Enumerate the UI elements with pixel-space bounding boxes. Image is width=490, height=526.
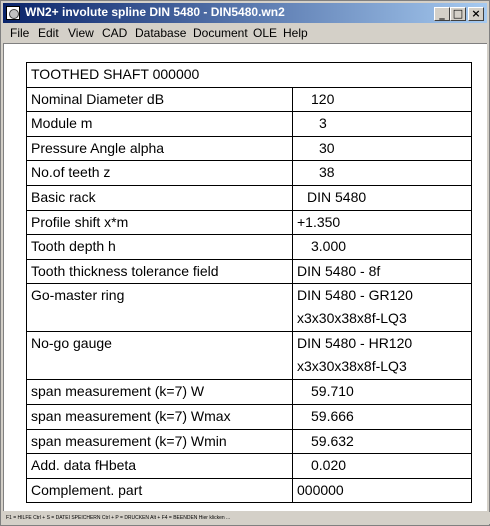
- row-label: span measurement (k=7) Wmin: [26, 428, 293, 455]
- row-label: Pressure Angle alpha: [26, 135, 293, 162]
- table-header-row: TOOTHED SHAFT 000000: [26, 62, 472, 88]
- row-value: 59.632: [292, 428, 472, 455]
- row-value-line: DIN 5480: [307, 188, 367, 205]
- window-title: WN2+ involute spline DIN 5480 - DIN5480.…: [25, 5, 285, 19]
- table-row: Basic rack DIN 5480: [26, 184, 472, 211]
- row-label: Tooth depth h: [26, 234, 293, 260]
- row-value-line: 38: [319, 164, 335, 181]
- row-value: 3: [292, 111, 472, 137]
- menu-edit[interactable]: Edit: [38, 26, 59, 40]
- table-row: No-go gauge DIN 5480 - HR120 x3x30x38x8f-L…: [26, 331, 472, 381]
- app-icon[interactable]: [6, 6, 20, 20]
- menu-document[interactable]: Document: [193, 26, 248, 40]
- row-value: DIN 5480 - HR120 x3x30x38x8f-LQ3: [292, 331, 472, 381]
- table-row: span measurement (k=7) Wmin 59.632: [26, 428, 472, 455]
- row-label: Module m: [26, 111, 293, 137]
- row-value-line-2: x3x30x38x8f-LQ3: [297, 310, 407, 327]
- menu-file[interactable]: File: [10, 26, 29, 40]
- row-value: DIN 5480 - GR120 x3x30x38x8f-LQ3: [292, 283, 472, 333]
- app-window: WN2+ involute spline DIN 5480 - DIN5480.…: [0, 0, 490, 526]
- row-value-line: 59.710: [311, 383, 354, 400]
- row-value-line: DIN 5480 - HR120: [297, 335, 413, 352]
- table-row: Go-master ring DIN 5480 - GR120 x3x30x38x8…: [26, 283, 472, 333]
- row-value-line: 000000: [297, 481, 344, 498]
- row-value: 59.666: [292, 403, 472, 430]
- table-row: Tooth thickness tolerance field DIN 5480 …: [26, 258, 472, 285]
- row-label: Nominal Diameter dB: [26, 86, 293, 113]
- spline-data-table: TOOTHED SHAFT 000000 Nominal Diameter dB…: [26, 62, 472, 504]
- row-label: No.of teeth z: [26, 160, 293, 186]
- row-value: 3.000: [292, 234, 472, 260]
- document-area[interactable]: TOOTHED SHAFT 000000 Nominal Diameter dB…: [3, 43, 487, 511]
- menu-database[interactable]: Database: [135, 26, 186, 40]
- row-value-line: 30: [319, 139, 335, 156]
- table-row: span measurement (k=7) W 59.710: [26, 379, 472, 405]
- row-value-line: DIN 5480 - 8f: [297, 262, 381, 279]
- row-value: 59.710: [292, 379, 472, 405]
- row-label: Complement. part: [26, 477, 293, 504]
- row-label: Profile shift x*m: [26, 209, 293, 236]
- menu-bar: File Edit View CAD Database Document OLE…: [3, 24, 487, 42]
- row-label: No-go gauge: [26, 331, 293, 381]
- menu-cad[interactable]: CAD: [102, 26, 127, 40]
- table-row: Profile shift x*m +1.350: [26, 209, 472, 236]
- table-row: Add. data fHbeta 0.020: [26, 453, 472, 479]
- table-row: No.of teeth z 38: [26, 160, 472, 186]
- status-bar: F1 = HILFE Ctrl + S = DATEI SPEICHERN Ct…: [3, 512, 490, 524]
- row-value: 120: [292, 86, 472, 113]
- row-label: span measurement (k=7) Wmax: [26, 403, 293, 430]
- close-button[interactable]: ×: [468, 7, 484, 21]
- menu-help[interactable]: Help: [283, 26, 308, 40]
- row-value: 30: [292, 135, 472, 162]
- table-row: Pressure Angle alpha 30: [26, 135, 472, 162]
- row-value-line: 59.666: [311, 407, 354, 424]
- row-value-line-2: x3x30x38x8f-LQ3: [297, 358, 407, 375]
- menu-view[interactable]: View: [68, 26, 94, 40]
- row-value: 000000: [292, 477, 472, 504]
- table-header: TOOTHED SHAFT 000000: [26, 62, 472, 88]
- menu-ole[interactable]: OLE: [253, 26, 277, 40]
- row-label: Basic rack: [26, 184, 293, 211]
- row-label: Go-master ring: [26, 283, 293, 333]
- row-label: Tooth thickness tolerance field: [26, 258, 293, 285]
- row-value: DIN 5480 - 8f: [292, 258, 472, 285]
- row-value-line: 59.632: [311, 432, 354, 449]
- row-value-line: DIN 5480 - GR120: [297, 287, 413, 304]
- table-row: Module m 3: [26, 111, 472, 137]
- row-value: DIN 5480: [292, 184, 472, 211]
- row-label: span measurement (k=7) W: [26, 379, 293, 405]
- table-row: span measurement (k=7) Wmax 59.666: [26, 403, 472, 430]
- row-value-line: 3.000: [311, 238, 347, 255]
- row-value-line: +1.350: [297, 213, 341, 230]
- row-value-line: 120: [311, 90, 335, 107]
- title-bar[interactable]: WN2+ involute spline DIN 5480 - DIN5480.…: [3, 3, 487, 23]
- table-row: Nominal Diameter dB 120: [26, 86, 472, 113]
- row-value: 38: [292, 160, 472, 186]
- row-value-line: 3: [319, 115, 327, 132]
- table-row: Complement. part 000000: [26, 477, 472, 504]
- row-value: 0.020: [292, 453, 472, 479]
- row-value: +1.350: [292, 209, 472, 236]
- row-value-line: 0.020: [311, 457, 347, 474]
- row-label: Add. data fHbeta: [26, 453, 293, 479]
- table-row: Tooth depth h 3.000: [26, 234, 472, 260]
- maximize-button[interactable]: □: [450, 7, 466, 21]
- minimize-button[interactable]: _: [434, 7, 450, 21]
